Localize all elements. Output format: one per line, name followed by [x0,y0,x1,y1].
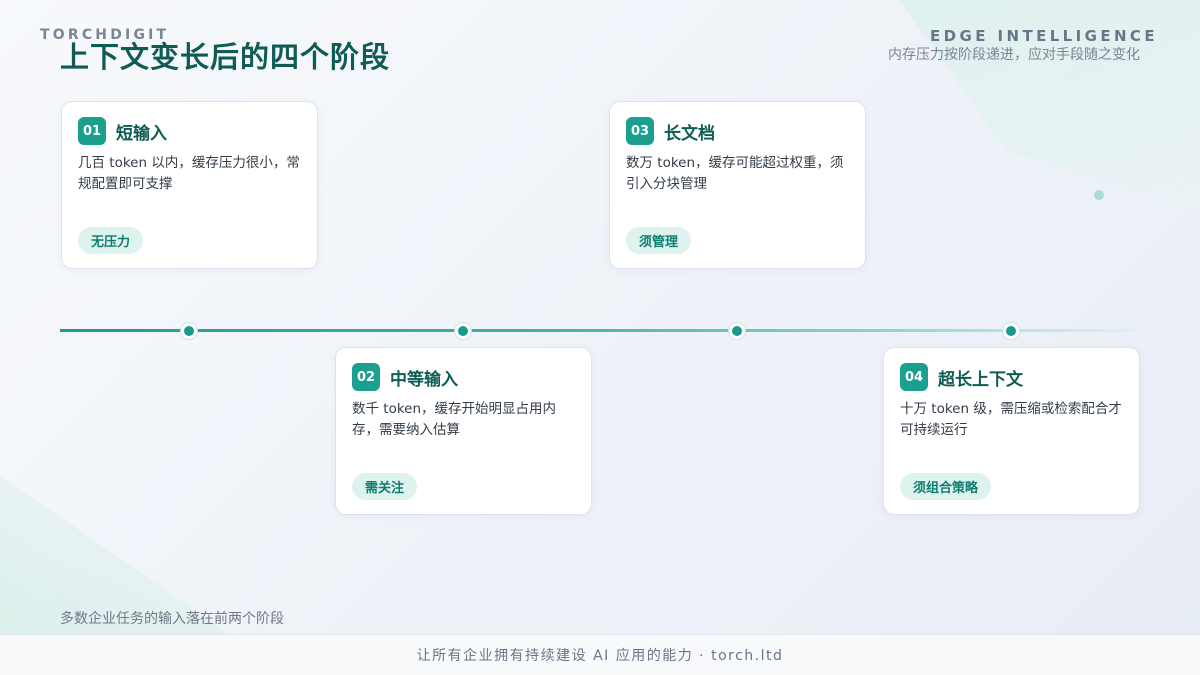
stage-description: 数万 token，缓存可能超过权重，须引入分块管理 [626,155,844,192]
stage-tag: 需关注 [352,473,418,500]
stage-tag: 须管理 [626,227,692,254]
stage-number-badge: 04 [900,363,928,391]
stage-title: 短输入 [116,123,167,144]
stage-tag: 须组合策略 [900,473,992,500]
stage-description: 十万 token 级，需压缩或检索配合才可持续运行 [900,401,1122,438]
stage-description: 数千 token，缓存开始明显占用内存，需要纳入估算 [352,401,557,438]
page-subtitle: 内存压力按阶段递进，应对手段随之变化 [888,47,1140,63]
stage-card-3: 03 长文档 数万 token，缓存可能超过权重，须引入分块管理 须管理 [609,101,866,269]
stage-description: 几百 token 以内，缓存压力很小，常规配置即可支撑 [78,155,300,192]
stage-title: 长文档 [664,123,715,144]
footer-text: 让所有企业拥有持续建设 AI 应用的能力 · torch.ltd [416,648,784,664]
stage-title: 中等输入 [390,369,458,390]
stage-tag: 无压力 [78,227,144,254]
timeline-node-1 [181,323,197,339]
footer-bar: 让所有企业拥有持续建设 AI 应用的能力 · torch.ltd [0,634,1200,675]
decorative-dot [1094,190,1104,200]
stage-title: 超长上下文 [938,369,1023,390]
stage-number-badge: 01 [78,117,106,145]
brand-tagline: EDGE INTELLIGENCE [930,27,1158,45]
timeline-node-2 [455,323,471,339]
stage-number-badge: 02 [352,363,380,391]
stage-number-badge: 03 [626,117,654,145]
stage-card-1: 01 短输入 几百 token 以内，缓存压力很小，常规配置即可支撑 无压力 [61,101,318,269]
page-title: 上下文变长后的四个阶段 [60,40,391,74]
stage-card-2: 02 中等输入 数千 token，缓存开始明显占用内存，需要纳入估算 需关注 [335,347,592,515]
timeline-node-4 [1003,323,1019,339]
timeline-node-3 [729,323,745,339]
footnote: 多数企业任务的输入落在前两个阶段 [60,611,284,627]
stage-card-4: 04 超长上下文 十万 token 级，需压缩或检索配合才可持续运行 须组合策略 [883,347,1140,515]
timeline-line [60,329,1140,332]
